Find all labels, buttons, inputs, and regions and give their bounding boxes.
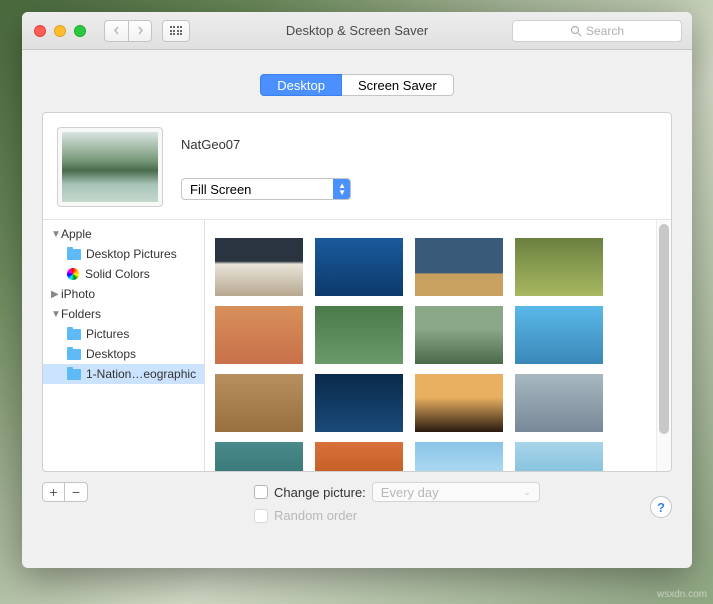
thumbnail-grid [205, 220, 656, 471]
disclosure-down-icon: ▼ [51, 229, 61, 240]
folder-icon [67, 369, 81, 380]
preview-thumbnail [57, 127, 163, 207]
tab-desktop[interactable]: Desktop [260, 74, 342, 96]
thumbnail[interactable] [315, 238, 403, 296]
thumbnail[interactable] [515, 374, 603, 432]
search-input[interactable]: Search [512, 20, 682, 42]
scrollbar-thumb[interactable] [659, 224, 669, 434]
preferences-window: Desktop & Screen Saver Search Desktop Sc… [22, 12, 692, 568]
disclosure-down-icon: ▼ [51, 309, 61, 320]
window-controls [22, 25, 86, 37]
source-sidebar: ▼Apple Desktop Pictures Solid Colors ▶iP… [43, 220, 205, 471]
interval-value: Every day [381, 485, 439, 500]
watermark: wsxdn.com [657, 589, 707, 600]
random-order-label: Random order [274, 508, 357, 523]
thumbnail[interactable] [215, 442, 303, 471]
scrollbar[interactable] [656, 220, 671, 471]
wallpaper-name: NatGeo07 [181, 137, 657, 152]
folder-icon [67, 349, 81, 360]
main-panel: NatGeo07 Fill Screen ▲▼ ▼Apple Desktop P… [42, 112, 672, 472]
preview-area: NatGeo07 Fill Screen ▲▼ [43, 113, 671, 207]
thumbnail[interactable] [315, 306, 403, 364]
content: Desktop Screen Saver NatGeo07 Fill Scree… [22, 50, 692, 541]
thumbnail[interactable] [415, 238, 503, 296]
color-wheel-icon [67, 268, 79, 280]
titlebar: Desktop & Screen Saver Search [22, 12, 692, 50]
tree-item-solid-colors[interactable]: Solid Colors [43, 264, 204, 284]
tree-item-pictures[interactable]: Pictures [43, 324, 204, 344]
zoom-button[interactable] [74, 25, 86, 37]
bottom-controls: + − Change picture: Every day ⌄ Random o… [42, 482, 672, 529]
tree-item-desktop-pictures[interactable]: Desktop Pictures [43, 244, 204, 264]
random-order-row: Random order [254, 508, 540, 523]
search-placeholder: Search [586, 24, 624, 38]
preview-image [62, 132, 158, 202]
tab-screensaver[interactable]: Screen Saver [342, 74, 454, 96]
add-folder-button[interactable]: + [43, 483, 65, 501]
preview-info: NatGeo07 Fill Screen ▲▼ [181, 127, 657, 207]
help-button[interactable]: ? [650, 496, 672, 518]
remove-folder-button[interactable]: − [65, 483, 87, 501]
show-all-button[interactable] [162, 20, 190, 42]
change-picture-row: Change picture: Every day ⌄ [254, 482, 540, 502]
minimize-button[interactable] [54, 25, 66, 37]
thumbnail[interactable] [215, 374, 303, 432]
add-remove-group: + − [42, 482, 88, 502]
thumbnail[interactable] [215, 238, 303, 296]
thumbnail[interactable] [415, 374, 503, 432]
tree-item-desktops[interactable]: Desktops [43, 344, 204, 364]
back-button[interactable] [104, 20, 128, 42]
fill-mode-value: Fill Screen [190, 182, 251, 197]
close-button[interactable] [34, 25, 46, 37]
folder-icon [67, 249, 81, 260]
interval-select[interactable]: Every day ⌄ [372, 482, 540, 502]
window-title: Desktop & Screen Saver [286, 23, 428, 38]
thumbnail[interactable] [515, 238, 603, 296]
tree-item-national-geographic[interactable]: 1-Nation…eographic [43, 364, 204, 384]
thumbnail[interactable] [315, 374, 403, 432]
grid-icon [170, 26, 183, 35]
updown-icon: ▲▼ [338, 182, 346, 196]
tree-group-apple[interactable]: ▼Apple [43, 224, 204, 244]
tree-group-iphoto[interactable]: ▶iPhoto [43, 284, 204, 304]
search-icon [570, 25, 582, 37]
chevron-left-icon [113, 26, 120, 35]
options: Change picture: Every day ⌄ Random order [254, 482, 540, 529]
change-picture-checkbox[interactable] [254, 485, 268, 499]
nav-buttons [104, 20, 152, 42]
thumbnail[interactable] [415, 306, 503, 364]
thumbnail[interactable] [415, 442, 503, 471]
disclosure-right-icon: ▶ [51, 289, 61, 300]
thumbnail[interactable] [515, 306, 603, 364]
chevron-right-icon [137, 26, 144, 35]
folder-icon [67, 329, 81, 340]
random-order-checkbox [254, 509, 268, 523]
fill-mode-select[interactable]: Fill Screen ▲▼ [181, 178, 351, 200]
thumbnail[interactable] [315, 442, 403, 471]
tree-group-folders[interactable]: ▼Folders [43, 304, 204, 324]
change-picture-label: Change picture: [274, 485, 366, 500]
thumbnail[interactable] [515, 442, 603, 471]
thumbnail[interactable] [215, 306, 303, 364]
updown-icon: ⌄ [523, 487, 531, 498]
tabs: Desktop Screen Saver [42, 74, 672, 96]
source-tree: ▼Apple Desktop Pictures Solid Colors ▶iP… [43, 220, 204, 388]
forward-button[interactable] [128, 20, 152, 42]
